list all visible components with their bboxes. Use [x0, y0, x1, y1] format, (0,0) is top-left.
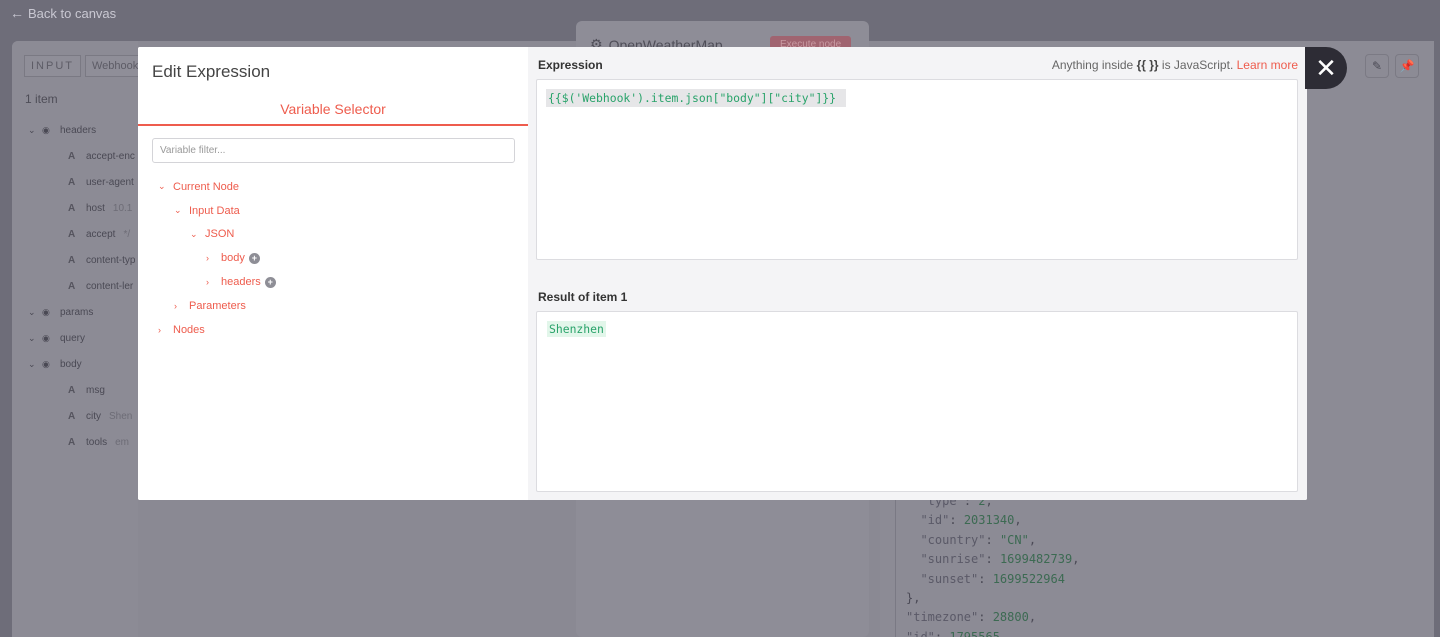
add-variable-icon[interactable]: + [248, 252, 260, 264]
json-line: "country": "CN", [920, 532, 1037, 547]
close-modal-button[interactable]: ✕ [1305, 47, 1347, 89]
schema-row[interactable]: Acontent-typ [28, 247, 138, 273]
learn-more-link[interactable]: Learn more [1237, 58, 1298, 72]
tree-item-headers[interactable]: › headers + [158, 270, 276, 294]
pin-icon[interactable]: 📌 [1395, 54, 1419, 78]
chevron-right-icon: › [206, 277, 209, 288]
result-output: Shenzhen [536, 311, 1298, 492]
input-schema-tree: ⌄ ◉ headers Aaccept-enc Auser-agent Ahost 1… [28, 117, 138, 455]
input-source-select[interactable]: Webhook [85, 55, 146, 77]
string-type-icon: A [68, 280, 76, 292]
schema-row[interactable]: ⌄ ◉ query [28, 325, 138, 351]
schema-row[interactable]: Ahost 10.1 [28, 195, 138, 221]
tab-variable-selector[interactable]: Variable Selector [138, 101, 528, 126]
string-type-icon: A [68, 150, 76, 162]
chevron-down-icon: ⌄ [28, 306, 36, 317]
schema-row[interactable]: Auser-agent [28, 169, 138, 195]
json-line: "timezone": 28800, [906, 610, 1037, 625]
back-to-canvas-link[interactable]: ← Back to canvas [10, 5, 116, 21]
schema-row[interactable]: Acontent-ler [28, 273, 138, 299]
chevron-down-icon: ⌄ [158, 181, 166, 192]
schema-row[interactable]: Aaccept-enc [28, 143, 138, 169]
chevron-down-icon: ⌄ [28, 332, 36, 343]
edit-expression-modal: Edit Expression Variable Selector ⌄ Curr… [138, 47, 1307, 500]
json-line: "id": 1795565, [906, 629, 1008, 637]
schema-row[interactable]: ⌄ ◉ body [28, 351, 138, 377]
object-icon: ◉ [42, 358, 50, 369]
chevron-down-icon: ⌄ [28, 124, 36, 135]
result-value: Shenzhen [547, 321, 606, 337]
chevron-right-icon: › [174, 300, 177, 311]
json-line: "sunset": 1699522964 [920, 571, 1065, 586]
edit-icon[interactable]: ✎ [1365, 54, 1389, 78]
expression-editor-pane: Expression Anything inside {{ }} is Java… [528, 47, 1307, 500]
input-item-count: 1 item [25, 92, 58, 106]
object-icon: ◉ [42, 124, 50, 135]
expression-editor[interactable]: {{$('Webhook').item.json["body"]["city"]… [536, 79, 1298, 260]
object-icon: ◉ [42, 332, 50, 343]
object-icon: ◉ [42, 306, 50, 317]
chevron-down-icon: ⌄ [190, 228, 198, 239]
schema-row[interactable]: Aaccept */ [28, 221, 138, 247]
schema-row[interactable]: Acity Shen [28, 403, 138, 429]
input-tab[interactable]: INPUT [24, 55, 81, 77]
json-line: "sunrise": 1699482739, [920, 552, 1080, 567]
modal-title: Edit Expression [152, 62, 271, 81]
tree-item-parameters[interactable]: › Parameters [158, 294, 276, 318]
tree-item-current-node[interactable]: ⌄ Current Node [158, 175, 276, 199]
chevron-down-icon: ⌄ [174, 205, 182, 216]
expression-label: Expression [538, 58, 603, 72]
tree-item-input-data[interactable]: ⌄ Input Data [158, 199, 276, 223]
schema-row[interactable]: Atools em [28, 429, 138, 455]
string-type-icon: A [68, 176, 76, 188]
javascript-hint: Anything inside {{ }} is JavaScript. Lea… [1051, 58, 1298, 72]
input-tabs: INPUT Webhook [24, 55, 146, 77]
json-line: }, [906, 591, 921, 606]
tree-item-body[interactable]: › body + [158, 246, 276, 270]
arrow-left-icon: ← [10, 5, 24, 21]
string-type-icon: A [68, 228, 76, 240]
variable-filter-input[interactable] [152, 138, 515, 163]
string-type-icon: A [68, 202, 76, 214]
string-type-icon: A [68, 410, 76, 422]
chevron-right-icon: › [158, 324, 161, 335]
expression-code: {{$('Webhook').item.json["body"]["city"]… [546, 89, 847, 107]
chevron-down-icon: ⌄ [28, 358, 36, 369]
result-label: Result of item 1 [538, 290, 628, 304]
string-type-icon: A [68, 254, 76, 266]
string-type-icon: A [68, 384, 76, 396]
variable-tree: ⌄ Current Node ⌄ Input Data ⌄ JSON › bod… [158, 175, 276, 342]
string-type-icon: A [68, 436, 76, 448]
tree-item-nodes[interactable]: › Nodes [158, 318, 276, 342]
schema-row[interactable]: Amsg [28, 377, 138, 403]
chevron-right-icon: › [206, 253, 209, 264]
back-to-canvas-label: Back to canvas [28, 5, 117, 21]
schema-row[interactable]: ⌄ ◉ headers [28, 117, 138, 143]
json-line: "id": 2031340, [920, 513, 1022, 528]
variable-selector-pane: Edit Expression Variable Selector ⌄ Curr… [138, 47, 528, 500]
tree-item-json[interactable]: ⌄ JSON [158, 223, 276, 247]
add-variable-icon[interactable]: + [264, 276, 276, 288]
close-icon: ✕ [1315, 52, 1337, 83]
schema-row[interactable]: ⌄ ◉ params [28, 299, 138, 325]
output-json: "type": 2, "id": 2031340, "country": "CN… [895, 492, 1079, 637]
